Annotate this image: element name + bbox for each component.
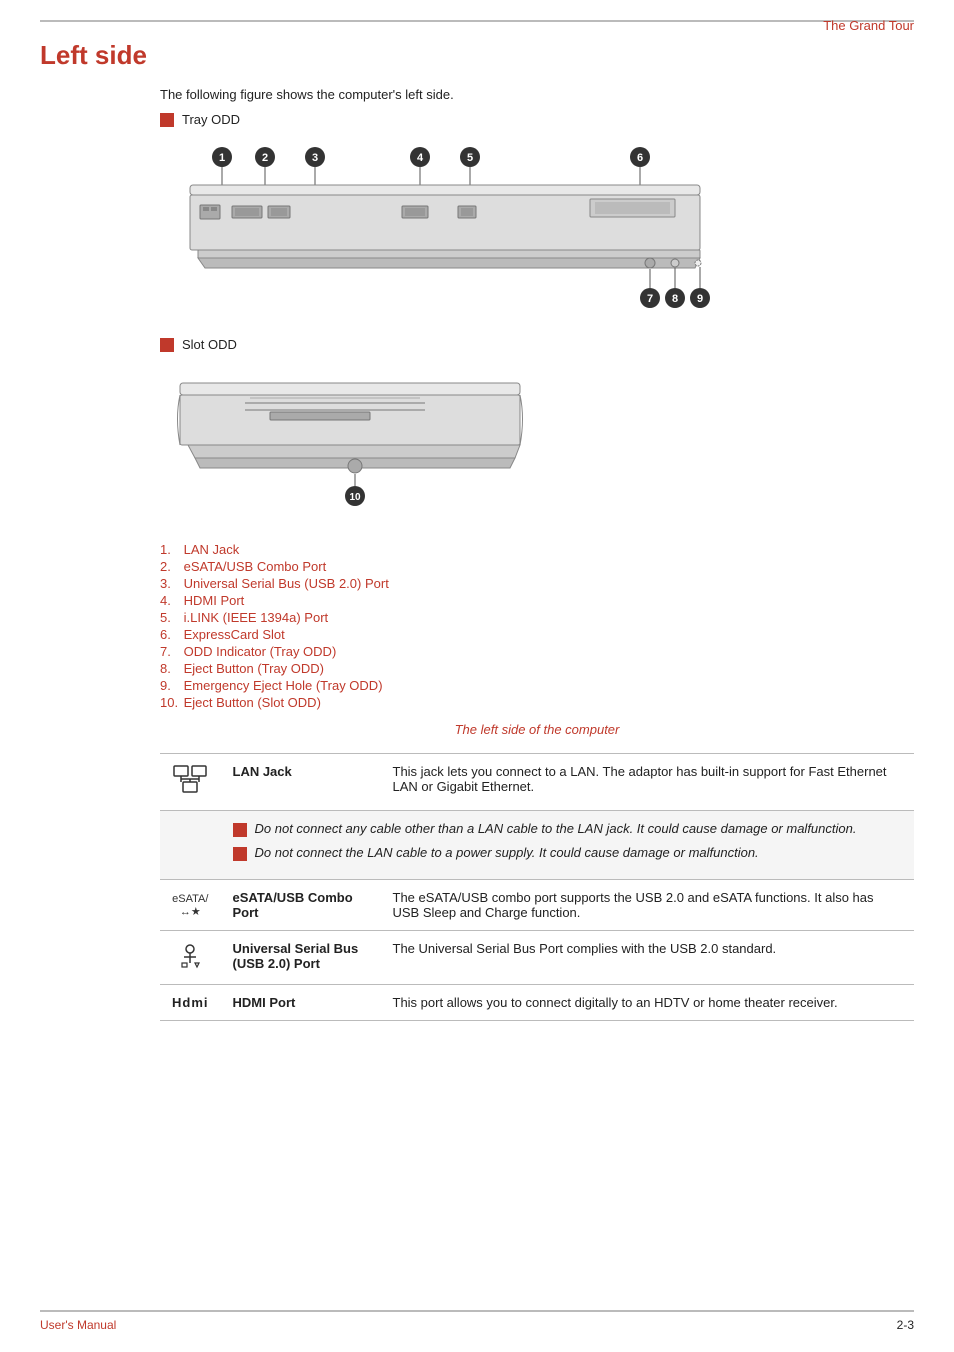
intro-text: The following figure shows the computer'… [160,87,914,102]
svg-text:6: 6 [637,152,643,164]
list-item: 7. ODD Indicator (Tray ODD) [160,644,914,659]
svg-text:7: 7 [647,293,653,305]
list-item: 6. ExpressCard Slot [160,627,914,642]
hdmi-desc: This port allows you to connect digitall… [381,985,915,1021]
svg-text:8: 8 [672,293,678,305]
warning-text-2: Do not connect the LAN cable to a power … [255,845,759,860]
esata-icon: eSATA/↔★ [172,893,209,918]
page-footer: User's Manual 2-3 [40,1310,914,1332]
table-row-esata: eSATA/↔★ eSATA/USB Combo Port The eSATA/… [160,880,914,931]
warning-item-2: Do not connect the LAN cable to a power … [233,845,903,861]
lan-jack-label: LAN Jack [221,754,381,811]
bullet-icon-2 [160,338,174,352]
table-row-warning: Do not connect any cable other than a LA… [160,811,914,880]
list-item: 10. Eject Button (Slot ODD) [160,695,914,710]
footer-manual-label: User's Manual [40,1318,116,1332]
svg-text:1: 1 [219,152,225,164]
esata-desc: The eSATA/USB combo port supports the US… [381,880,915,931]
list-item: 3. Universal Serial Bus (USB 2.0) Port [160,576,914,591]
usb-desc: The Universal Serial Bus Port complies w… [381,931,915,985]
table-row-hdmi: Hdmi HDMI Port This port allows you to c… [160,985,914,1021]
usb-icon-cell [160,931,221,985]
content-area: The following figure shows the computer'… [160,87,914,1021]
svg-text:9: 9 [697,293,703,305]
warning-bullet-1 [233,823,247,837]
lan-jack-desc: This jack lets you connect to a LAN. The… [381,754,915,811]
list-item: 1. LAN Jack [160,542,914,557]
slot-odd-label: Slot ODD [182,337,237,352]
tray-odd-bullet: Tray ODD [160,112,914,127]
usb-icon [172,941,209,974]
tray-odd-label: Tray ODD [182,112,240,127]
table-row-usb: Universal Serial Bus (USB 2.0) Port The … [160,931,914,985]
footer-page-number: 2-3 [897,1318,914,1332]
page-chapter-title: The Grand Tour [823,18,914,33]
svg-text:4: 4 [417,152,424,164]
slot-odd-bullet: Slot ODD [160,337,914,352]
list-item: 9. Emergency Eject Hole (Tray ODD) [160,678,914,693]
esata-icon-cell: eSATA/↔★ [160,880,221,931]
top-border [40,20,914,22]
lan-icon [172,764,209,800]
tray-odd-svg: 1 1 2 3 4 5 6 [160,143,740,318]
svg-text:10: 10 [349,492,361,503]
component-list: 1. LAN Jack 2. eSATA/USB Combo Port 3. U… [160,542,914,710]
hdmi-icon-cell: Hdmi [160,985,221,1021]
list-item: 5. i.LINK (IEEE 1394a) Port [160,610,914,625]
warning-bullet-2 [233,847,247,861]
svg-text:3: 3 [312,152,318,164]
page: The Grand Tour Left side The following f… [0,0,954,1352]
warning-icon-cell [160,811,221,880]
lan-icon-cell [160,754,221,811]
svg-text:5: 5 [467,152,473,164]
section-title: Left side [40,40,914,71]
hdmi-icon: Hdmi [172,995,209,1010]
warning-item-1: Do not connect any cable other than a LA… [233,821,903,837]
warning-content: Do not connect any cable other than a LA… [221,811,915,880]
usb-label: Universal Serial Bus (USB 2.0) Port [221,931,381,985]
info-table: LAN Jack This jack lets you connect to a… [160,753,914,1021]
warning-text-1: Do not connect any cable other than a LA… [255,821,857,836]
warning-list: Do not connect any cable other than a LA… [233,821,903,861]
list-item: 2. eSATA/USB Combo Port [160,559,914,574]
slot-odd-svg: 10 [160,368,560,523]
bullet-icon [160,113,174,127]
list-item: 8. Eject Button (Tray ODD) [160,661,914,676]
figure-caption: The left side of the computer [160,722,914,737]
table-row-lan: LAN Jack This jack lets you connect to a… [160,754,914,811]
slot-odd-diagram: 10 [160,368,914,526]
hdmi-label: HDMI Port [221,985,381,1021]
tray-odd-diagram: 1 1 2 3 4 5 6 [160,143,914,321]
svg-text:2: 2 [262,152,268,164]
esata-label: eSATA/USB Combo Port [221,880,381,931]
list-item: 4. HDMI Port [160,593,914,608]
